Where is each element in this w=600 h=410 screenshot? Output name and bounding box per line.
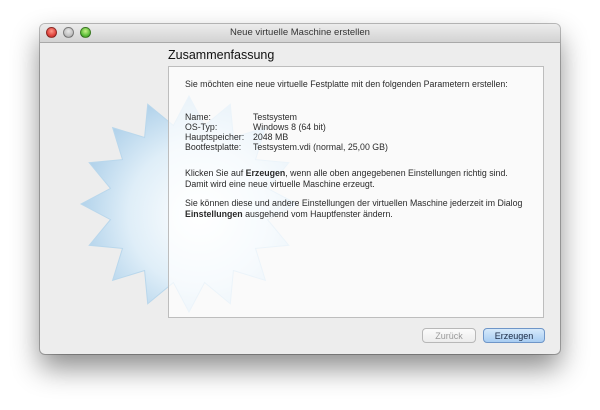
param-row-memory: Hauptspeicher: 2048 MB [185, 132, 388, 142]
param-label: Name: [185, 112, 211, 122]
create-button[interactable]: Erzeugen [483, 328, 545, 343]
param-value: Testsystem [253, 112, 297, 122]
dialog-window: Neue virtuelle Maschine erstellen Zusamm… [40, 24, 560, 354]
zoom-icon[interactable] [80, 27, 91, 38]
minimize-icon[interactable] [63, 27, 74, 38]
param-row-os-type: OS-Typ: Windows 8 (64 bit) [185, 122, 388, 132]
title-bar[interactable]: Neue virtuelle Maschine erstellen [40, 24, 560, 43]
info-text-part: ausgehend vom Hauptfenster ändern. [242, 209, 393, 219]
settings-info-text: Sie können diese und andere Einstellunge… [185, 198, 535, 220]
page-title: Zusammenfassung [168, 48, 275, 62]
info-text-emphasis: Erzeugen [245, 168, 286, 178]
close-icon[interactable] [46, 27, 57, 38]
param-value: Testsystem.vdi (normal, 25,00 GB) [253, 142, 388, 152]
param-value: Windows 8 (64 bit) [253, 122, 326, 132]
info-text-part: Sie können diese und andere Einstellunge… [185, 198, 523, 208]
param-label: Hauptspeicher: [185, 132, 245, 142]
create-info-text: Klicken Sie auf Erzeugen, wenn alle oben… [185, 168, 530, 190]
param-row-name: Name: Testsystem [185, 112, 388, 122]
window-title: Neue virtuelle Maschine erstellen [230, 27, 370, 38]
param-label: Bootfestplatte: [185, 142, 242, 152]
intro-text: Sie möchten eine neue virtuelle Festplat… [185, 79, 508, 89]
back-button[interactable]: Zurück [422, 328, 476, 343]
info-text-part: Klicken Sie auf [185, 168, 246, 178]
info-text-emphasis: Einstellungen [185, 209, 243, 219]
parameter-list: Name: Testsystem OS-Typ: Windows 8 (64 b… [185, 112, 388, 152]
param-value: 2048 MB [253, 132, 289, 142]
param-label: OS-Typ: [185, 122, 218, 132]
param-row-boot-disk: Bootfestplatte: Testsystem.vdi (normal, … [185, 142, 388, 152]
summary-panel: Sie möchten eine neue virtuelle Festplat… [168, 66, 544, 318]
